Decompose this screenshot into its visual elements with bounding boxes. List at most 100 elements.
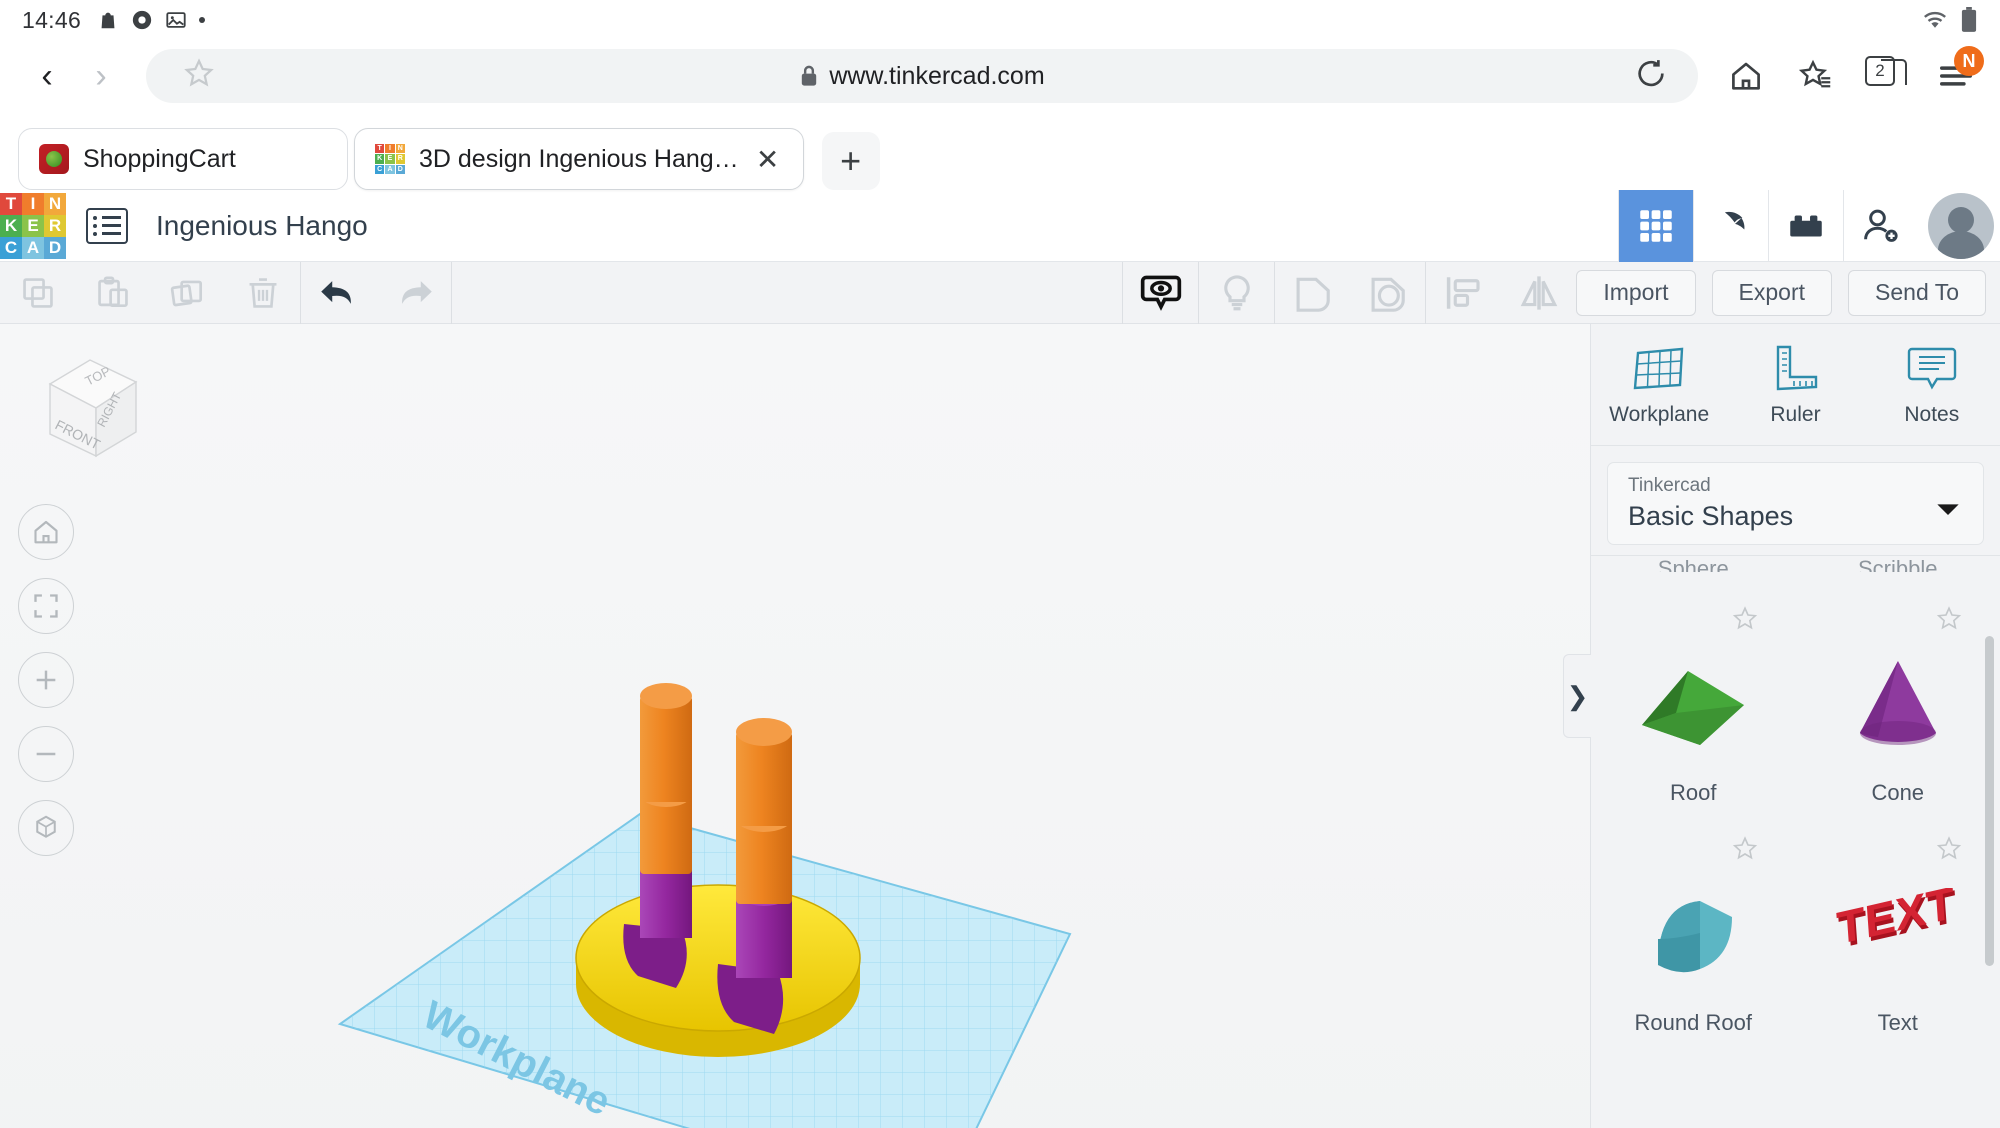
tinkercad-logo[interactable]: TIN KER CAD (0, 192, 66, 259)
shoppingcart-favicon (39, 144, 69, 174)
tab-title: 3D design Ingenious Hang… (419, 144, 739, 173)
shape-item-text[interactable]: TEXT TEXT Text (1796, 820, 2000, 1050)
ungroup-icon[interactable] (1350, 262, 1425, 324)
shape-item-round-roof[interactable]: Round Roof (1591, 820, 1796, 1050)
battery-icon (1961, 7, 1977, 32)
tab-3d-design[interactable]: TIN KER CAD 3D design Ingenious Hang… ✕ (354, 128, 804, 190)
android-status-bar: 14:46 (0, 0, 2000, 40)
paste-icon[interactable] (75, 262, 150, 324)
status-right-icons (1920, 7, 1978, 33)
zoom-out-button[interactable] (18, 726, 74, 782)
minecraft-pickaxe-icon[interactable] (1693, 189, 1768, 262)
round-roof-shape-art (1613, 868, 1773, 998)
panel-collapse-button[interactable]: ❯ (1563, 654, 1591, 738)
roof-shape-art (1613, 638, 1773, 768)
fit-to-view-button[interactable] (18, 578, 74, 634)
back-button[interactable]: ‹ (20, 49, 74, 103)
mirror-icon[interactable] (1501, 262, 1576, 324)
shape-grid: Roof Cone Round Roof TEXT TEXT Text (1591, 590, 2000, 1050)
tab-title: ShoppingCart (83, 144, 236, 173)
align-icon[interactable] (1426, 262, 1501, 324)
shopping-bag-icon (101, 12, 115, 29)
lightbulb-icon[interactable] (1199, 262, 1274, 324)
delete-icon[interactable] (225, 262, 300, 324)
view-tool-group (1123, 261, 1576, 324)
redo-icon[interactable] (376, 262, 451, 324)
ruler-tool[interactable]: Ruler (1735, 343, 1855, 427)
notes-tool-label: Notes (1904, 402, 1960, 426)
image-icon (166, 12, 186, 28)
status-dot-indicator (199, 17, 206, 23)
user-avatar[interactable] (1928, 192, 1994, 259)
show-hide-eye-icon[interactable] (1123, 262, 1198, 324)
workspace: Workplane TOP FRONT RIGHT ❯ Workplane Ru… (0, 324, 2000, 1128)
shape-label: Round Roof (1634, 1010, 1752, 1035)
menu-button[interactable]: N (1932, 46, 1984, 100)
browser-toolbar: ‹ › www.tinkercad.com 2 N (0, 40, 2000, 112)
tab-shoppingcart[interactable]: ShoppingCart (18, 128, 348, 190)
3d-scene: Workplane (337, 683, 1072, 1128)
bookmark-star-icon[interactable] (182, 57, 216, 96)
menu-update-badge: N (1954, 46, 1984, 76)
tab-close-icon[interactable]: ✕ (753, 143, 783, 176)
add-person-icon[interactable] (1843, 189, 1918, 262)
shape-list-scrollbar[interactable] (1985, 636, 1994, 966)
favorite-star-icon[interactable] (1730, 604, 1760, 639)
shape-list[interactable]: Sphere Scribble Roof Cone Round Roof TEX… (1591, 555, 2000, 1128)
shape-item-roof[interactable]: Roof (1591, 590, 1796, 820)
favorite-star-icon[interactable] (1934, 834, 1964, 869)
workplane-tool[interactable]: Workplane (1599, 343, 1719, 427)
3d-canvas[interactable]: Workplane (0, 324, 1590, 1128)
address-bar[interactable]: www.tinkercad.com (146, 49, 1698, 103)
reload-icon[interactable] (1634, 57, 1668, 96)
history-tool-group (301, 262, 451, 324)
tab-switcher-button[interactable]: 2 (1862, 52, 1910, 100)
header-tool-group (1618, 189, 2000, 262)
group-icon[interactable] (1275, 262, 1350, 324)
notes-icon (1907, 347, 1957, 389)
clipped-label-scribble: Scribble (1858, 556, 1938, 572)
lock-icon (802, 65, 817, 86)
status-left-icons (97, 9, 206, 31)
workplane-icon (1633, 347, 1684, 389)
export-button[interactable]: Export (1711, 269, 1833, 316)
orthographic-toggle-button[interactable] (18, 800, 74, 856)
clipped-shape-labels: Sphere Scribble (1591, 556, 2000, 590)
home-icon[interactable] (1722, 52, 1770, 100)
notes-tool[interactable]: Notes (1872, 343, 1992, 427)
tinkercad-header: TIN KER CAD Ingenious Hango (0, 189, 2000, 262)
shape-item-cone[interactable]: Cone (1796, 590, 2000, 820)
favorite-star-icon[interactable] (1730, 834, 1760, 869)
view-controls-rail (18, 504, 74, 856)
library-value-label: Basic Shapes (1628, 501, 1794, 531)
duplicate-icon[interactable] (150, 262, 225, 324)
panel-tool-row: Workplane Ruler Notes (1591, 324, 2000, 446)
text-shape-art: TEXT TEXT (1818, 868, 1978, 998)
shapes-panel: ❯ Workplane Ruler Notes Tinkercad Basic … (1563, 324, 2000, 1128)
favorite-star-icon[interactable] (1934, 604, 1964, 639)
project-menu-icon[interactable] (86, 207, 128, 244)
forward-button[interactable]: › (74, 49, 128, 103)
home-view-button[interactable] (18, 504, 74, 560)
new-tab-button[interactable]: + (821, 132, 880, 190)
workplane-tool-label: Workplane (1609, 402, 1710, 426)
copy-icon[interactable] (0, 262, 75, 324)
edit-tool-group (0, 262, 300, 324)
chevron-down-icon (1935, 501, 1961, 522)
toolbar-action-buttons: Import Export Send To (1576, 269, 2000, 316)
grid-view-icon[interactable] (1618, 189, 1693, 262)
send-to-button[interactable]: Send To (1848, 269, 1986, 316)
page-title: Ingenious Hango (156, 209, 368, 241)
editor-toolbar: Import Export Send To (0, 261, 2000, 324)
cone-shape-art (1818, 638, 1978, 768)
lego-brick-icon[interactable] (1768, 189, 1843, 262)
status-clock: 14:46 (22, 6, 82, 33)
tinkercad-favicon: TIN KER CAD (375, 144, 405, 174)
zoom-in-button[interactable] (18, 652, 74, 708)
undo-icon[interactable] (301, 262, 376, 324)
bookmarks-icon[interactable] (1792, 52, 1840, 100)
import-button[interactable]: Import (1576, 269, 1696, 316)
library-group-label: Tinkercad (1628, 475, 1711, 496)
view-cube[interactable]: TOP FRONT RIGHT (32, 346, 152, 466)
shape-library-select[interactable]: Tinkercad Basic Shapes (1607, 462, 1984, 545)
